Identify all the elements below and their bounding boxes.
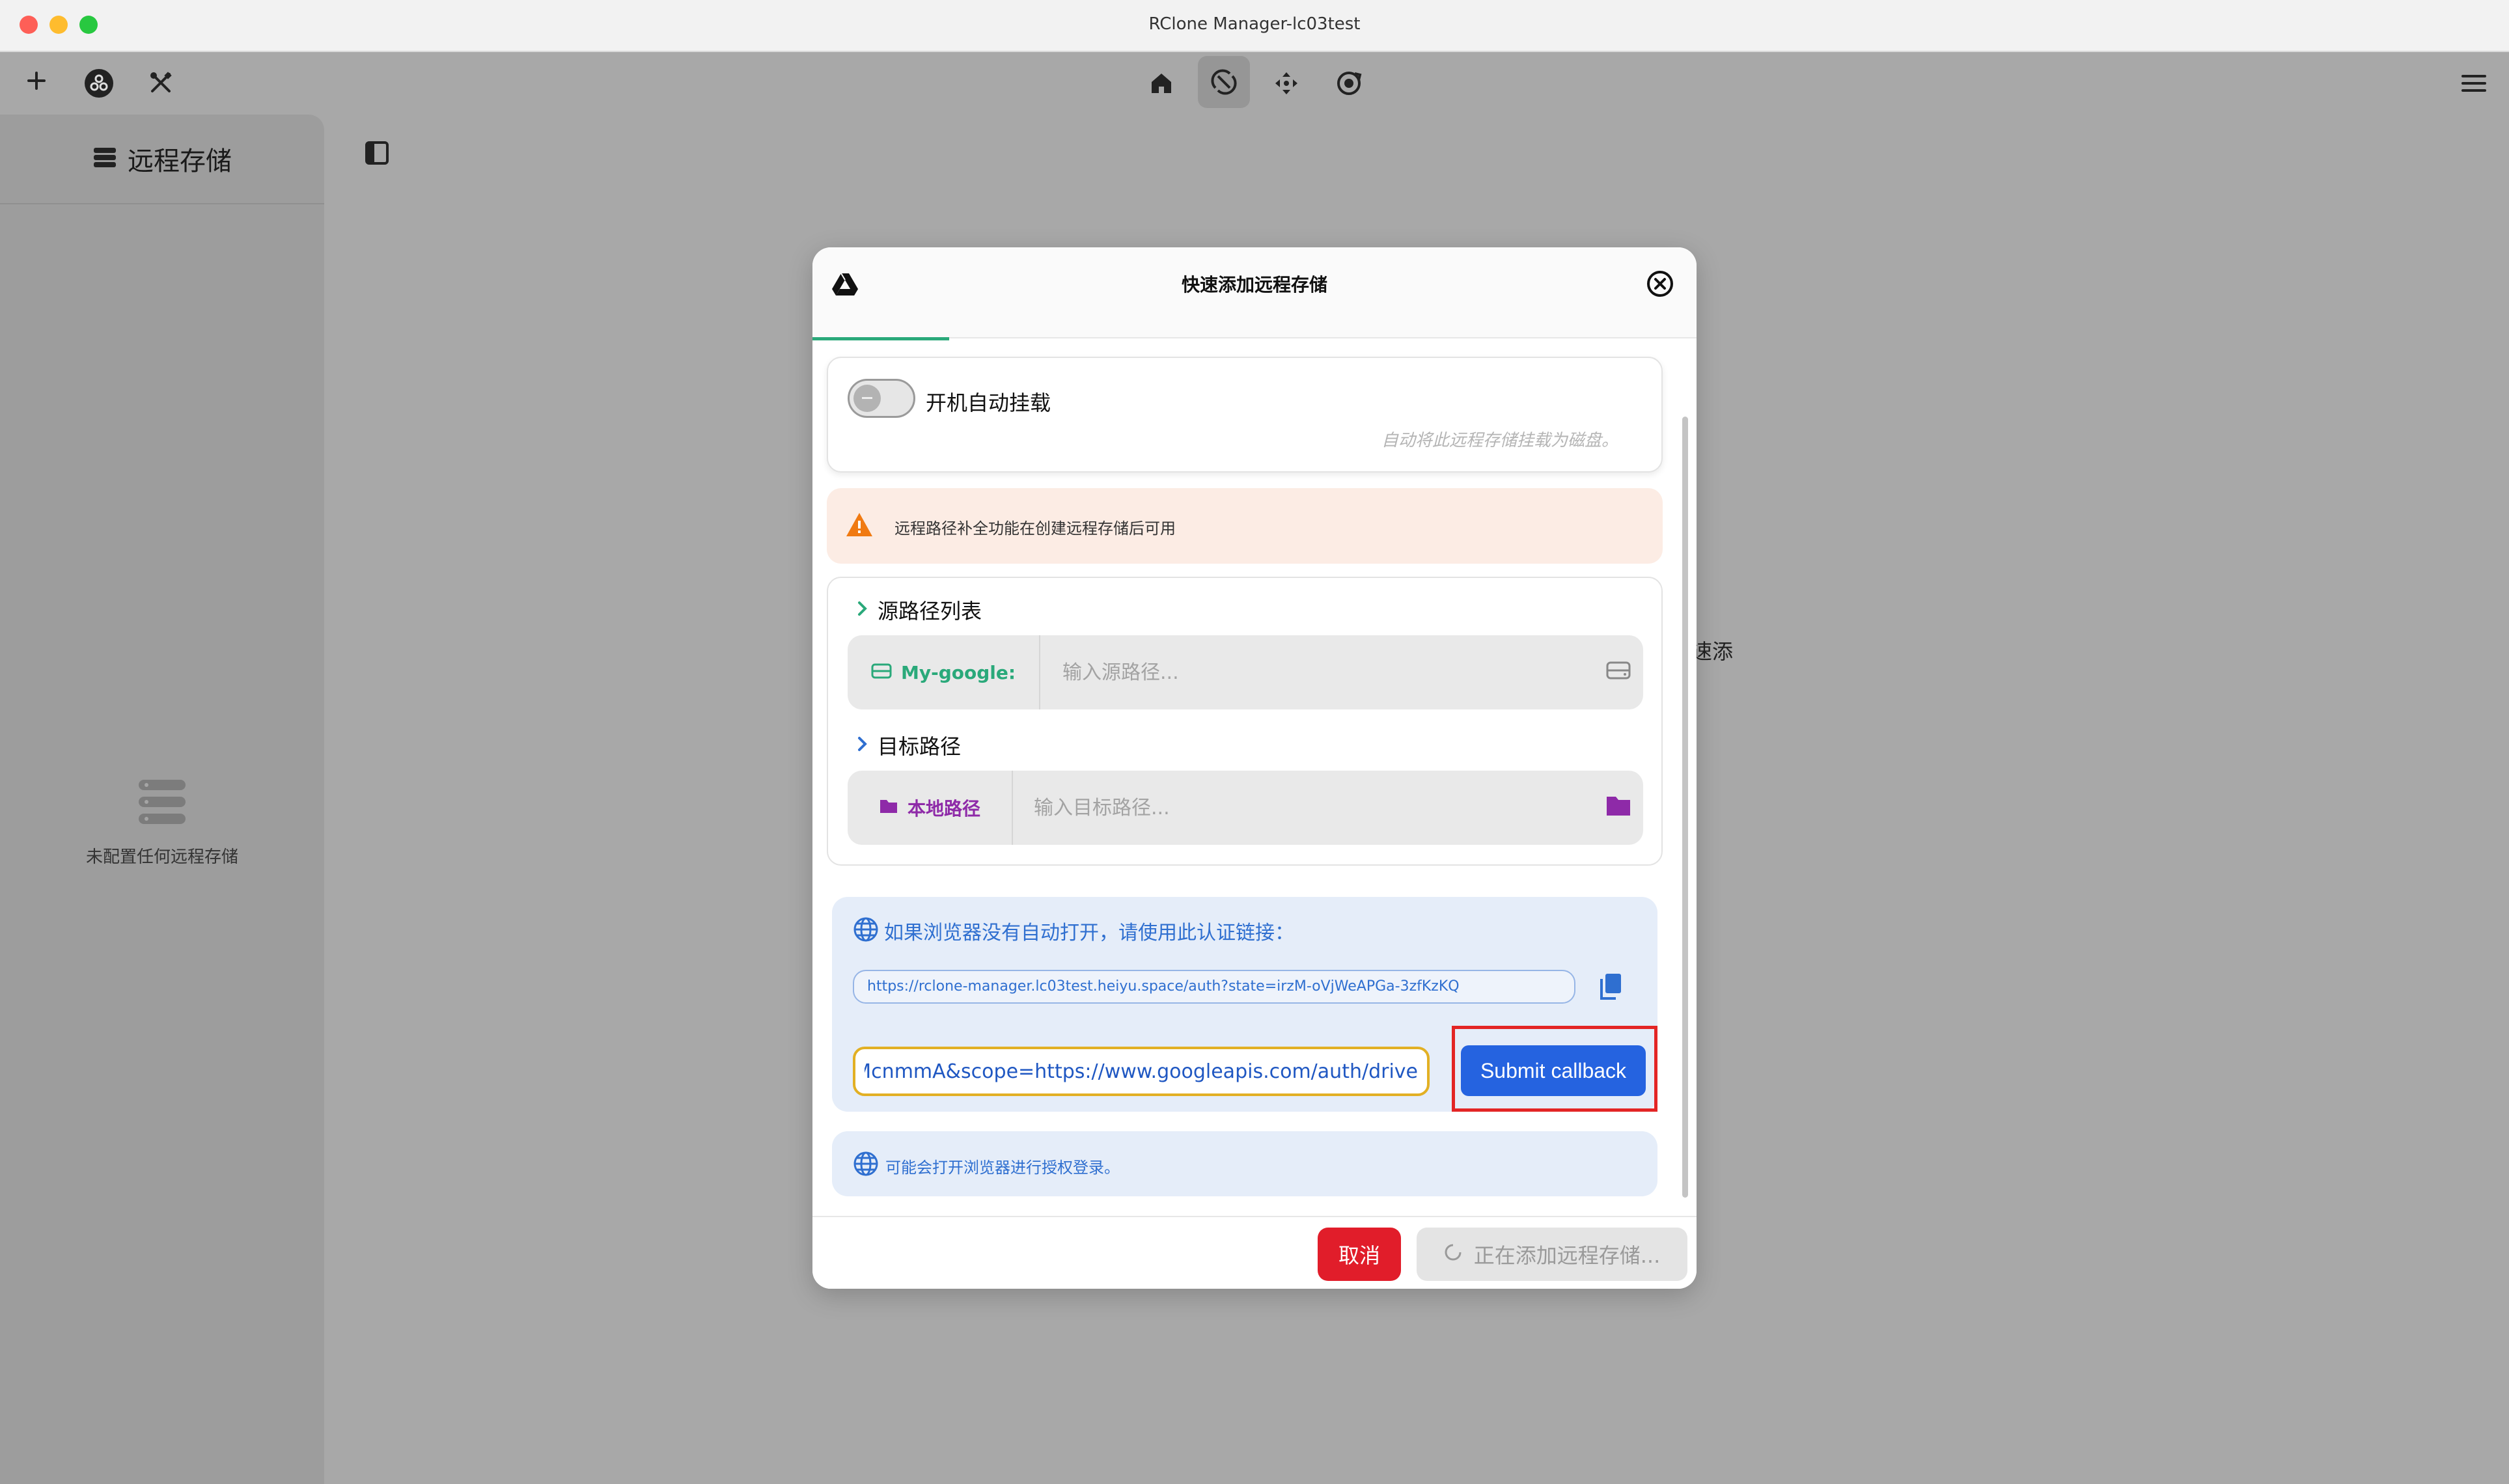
background-partial-text: 速添: [1691, 639, 1734, 664]
dialog-header: 快速添加远程存储: [812, 247, 1697, 340]
drive-icon: [871, 662, 892, 683]
autostart-toggle[interactable]: [848, 379, 915, 418]
target-section-label: 目标路径: [878, 734, 962, 759]
empty-storage-icon: [136, 780, 188, 828]
globe-icon: [853, 1151, 879, 1179]
dialog-title: 快速添加远程存储: [1181, 274, 1327, 295]
sidebar: 远程存储 未配置任何远程存储: [0, 115, 324, 1484]
folder-icon: [879, 797, 898, 819]
sidebar-toggle-icon[interactable]: [365, 141, 389, 168]
source-path-row: My-google:: [848, 635, 1643, 709]
tools-icon[interactable]: [146, 68, 176, 98]
chevron-right-icon: [857, 598, 868, 622]
submit-callback-button[interactable]: Submit callback: [1461, 1045, 1646, 1096]
drive-browse-icon[interactable]: [1605, 659, 1631, 685]
browser-info-text: 可能会打开浏览器进行授权登录。: [885, 1159, 1120, 1177]
storage-list-icon: [92, 146, 117, 171]
adding-remote-button[interactable]: 正在添加远程存储...: [1417, 1228, 1687, 1281]
source-section-toggle[interactable]: 源路径列表: [857, 595, 982, 625]
target-section-toggle[interactable]: 目标路径: [857, 730, 961, 760]
source-prefix-text: My-google:: [900, 661, 1016, 683]
sidebar-empty-text: 未配置任何远程存储: [85, 847, 238, 867]
window-title: RClone Manager-lc03test: [1148, 14, 1361, 34]
target-local-prefix: 本地路径: [848, 771, 1013, 845]
close-icon[interactable]: [1646, 269, 1674, 301]
title-bar: RClone Manager-lc03test: [0, 0, 2509, 52]
autostart-card: 开机自动挂载 自动将此远程存储挂载为磁盘。: [827, 357, 1663, 473]
source-remote-prefix: My-google:: [848, 635, 1040, 709]
menu-icon[interactable]: [2460, 70, 2488, 96]
source-section-label: 源路径列表: [878, 599, 982, 624]
browser-info-box: 可能会打开浏览器进行授权登录。: [832, 1131, 1657, 1196]
chevron-right-icon: [857, 733, 868, 758]
cancel-button[interactable]: 取消: [1318, 1228, 1401, 1281]
cloud-rotate-icon[interactable]: [1333, 68, 1365, 99]
folder-browse-icon[interactable]: [1605, 794, 1631, 820]
target-path-row: 本地路径: [848, 771, 1643, 845]
move-icon[interactable]: [1271, 68, 1302, 99]
target-prefix-text: 本地路径: [907, 798, 980, 819]
sidebar-empty-state: 未配置任何远程存储: [0, 778, 324, 868]
copy-icon[interactable]: [1599, 972, 1622, 1004]
path-completion-alert: 远程路径补全功能在创建远程存储后可用: [827, 488, 1663, 564]
alert-text: 远程路径补全功能在创建远程存储后可用: [894, 519, 1176, 538]
home-icon[interactable]: [1146, 68, 1177, 99]
dialog-scrollbar[interactable]: [1682, 417, 1688, 1198]
globe-icon: [853, 916, 879, 945]
rclone-logo-icon[interactable]: [83, 68, 115, 99]
sidebar-header: 远程存储: [0, 115, 324, 204]
paths-card: 源路径列表 My-google: 目标路径: [827, 577, 1663, 866]
warning-icon: [845, 512, 874, 540]
plus-icon[interactable]: [23, 68, 49, 94]
tab-indicator: [812, 337, 949, 340]
target-path-input[interactable]: [1034, 771, 1581, 845]
source-path-input[interactable]: [1062, 635, 1583, 709]
toggle-knob: [853, 385, 881, 412]
toolbar: [0, 53, 2509, 115]
auth-url-field[interactable]: https://rclone-manager.lc03test.heiyu.sp…: [853, 970, 1575, 1004]
autostart-description: 自动将此远程存储挂载为磁盘。: [1381, 431, 1618, 450]
dialog-footer: 取消 正在添加远程存储...: [812, 1216, 1697, 1289]
auth-title: 如果浏览器没有自动打开，请使用此认证链接：: [884, 922, 1294, 944]
callback-url-input[interactable]: [853, 1047, 1430, 1096]
adding-remote-label: 正在添加远程存储...: [1473, 1243, 1661, 1268]
sidebar-title: 远程存储: [128, 146, 232, 176]
autostart-label: 开机自动挂载: [926, 391, 1051, 415]
quick-add-remote-dialog: 快速添加远程存储 开机自动挂载 自动将此远程存储挂载为磁盘。 远程路径补全功能在…: [812, 247, 1697, 1289]
spinner-icon: [1444, 1242, 1462, 1267]
sync-icon[interactable]: [1198, 56, 1250, 108]
auth-link-box: 如果浏览器没有自动打开，请使用此认证链接： https://rclone-man…: [832, 897, 1657, 1112]
